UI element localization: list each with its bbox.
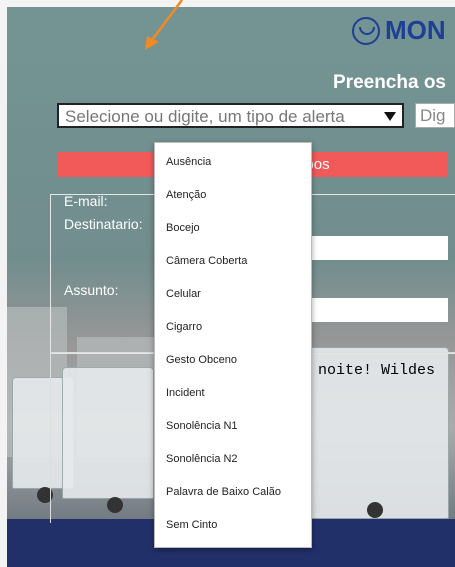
alert-type-select[interactable]: Selecione ou digite, um tipo de alerta [57,103,404,128]
dropdown-option[interactable]: Incident [155,377,311,410]
brand-logo: MON [352,15,446,46]
logo-icon [352,16,380,45]
dropdown-option[interactable]: Cigarro [155,311,311,344]
alert-type-dropdown-menu: Ausência Atenção Bocejo Câmera Coberta C… [154,142,312,548]
chevron-down-icon [384,112,396,121]
assunto-label: Assunto: [64,282,119,298]
page-heading: Preencha os [333,72,446,93]
dropdown-option[interactable]: Sonolência N1 [155,410,311,443]
dropdown-option[interactable]: Câmera Coberta [155,245,311,278]
dropdown-option[interactable]: Bocejo [155,212,311,245]
dropdown-option[interactable]: Atenção [155,179,311,212]
dropdown-option[interactable]: Sem Cinto [155,509,311,542]
annotation-arrow-icon [145,0,183,50]
brand-name: MON [385,15,446,45]
dropdown-option[interactable]: Gesto Obceno [155,344,311,377]
secondary-input[interactable]: Dig [415,103,455,128]
alert-type-placeholder: Selecione ou digite, um tipo de alerta [65,107,345,126]
dropdown-option[interactable]: Palavra de Baixo Calão [155,476,311,509]
dropdown-option[interactable]: Sonolência N2 [155,443,311,476]
dropdown-option[interactable]: Ausência [155,146,311,179]
destinatario-label: Destinatario: [64,216,143,232]
email-label: E-mail: [64,193,108,209]
message-preview-text: a noite! Wildes [300,362,436,379]
dropdown-option[interactable]: Celular [155,278,311,311]
